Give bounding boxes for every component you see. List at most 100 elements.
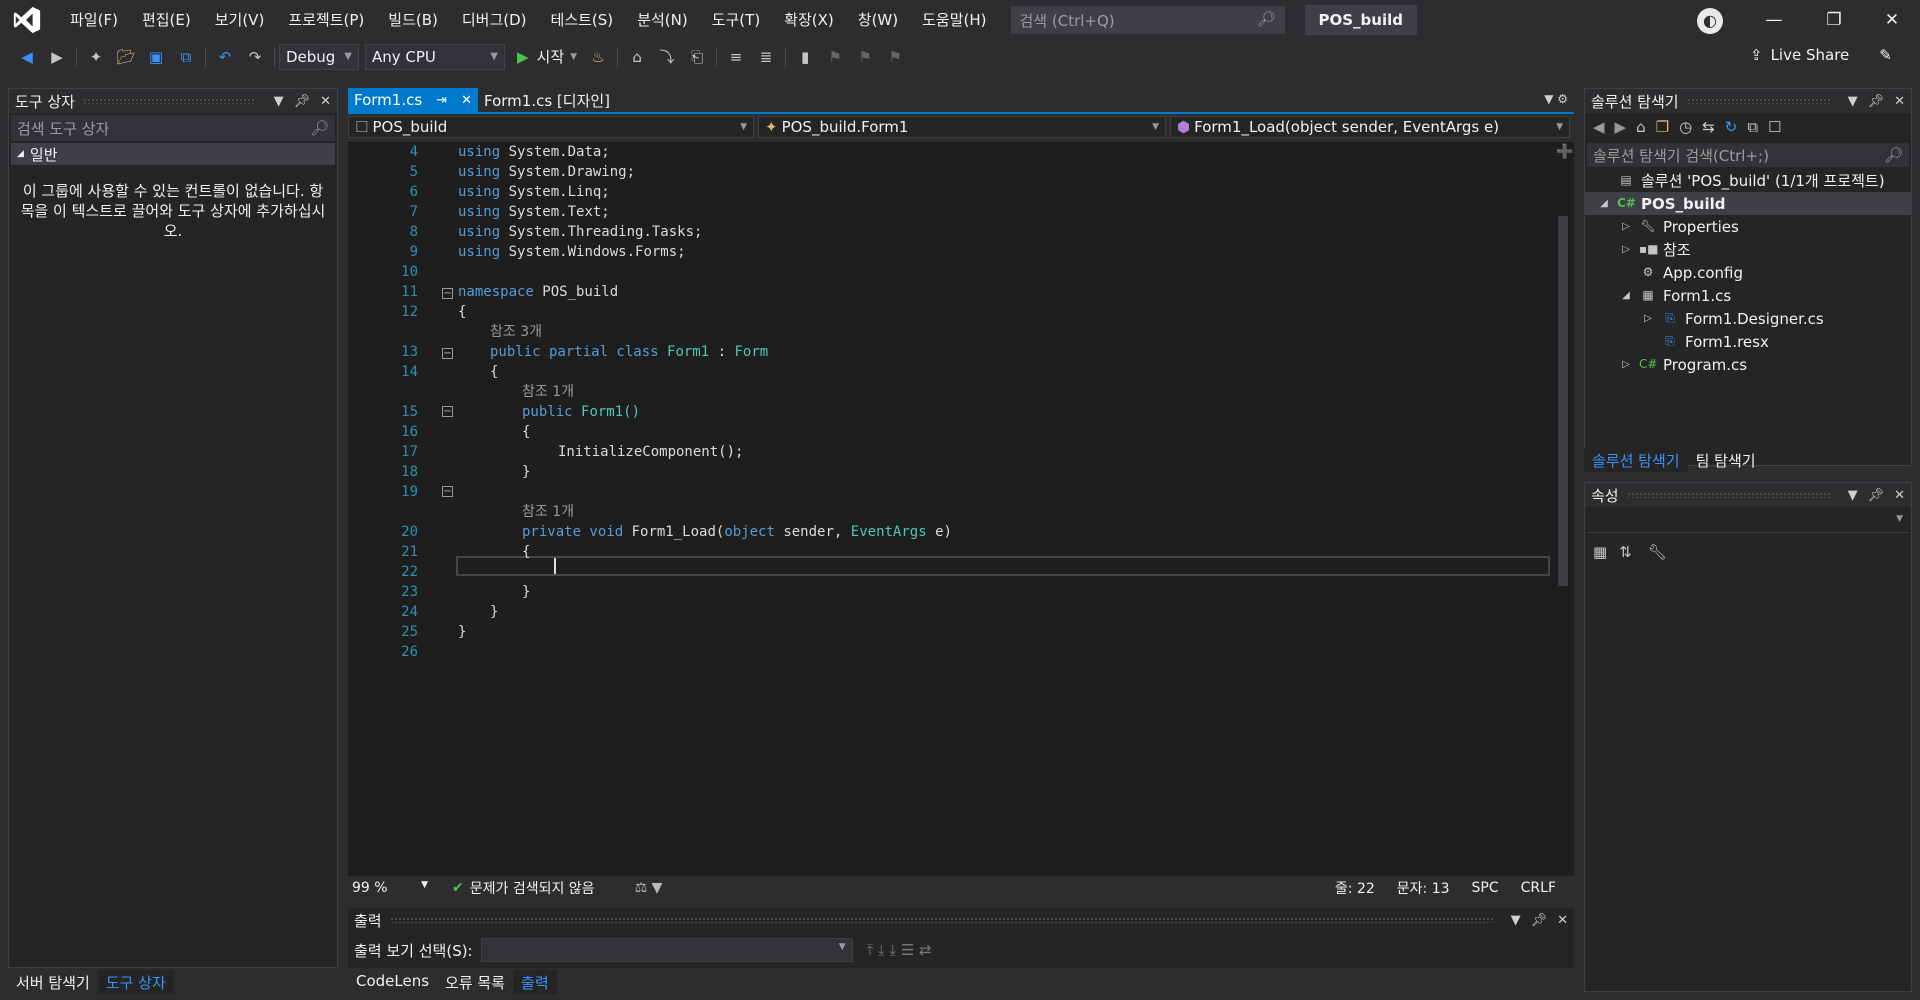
code-editor[interactable]: 4 5 6 7 8 9 10 11 12 13 14 15 16 17 18 19 20 21 22 23 24 25 26… <box>348 142 1574 876</box>
bookmark-icon[interactable]: ▮ <box>794 46 816 68</box>
drag-grip[interactable] <box>389 917 1493 923</box>
codelens-references[interactable]: 참조 1개 <box>522 504 574 520</box>
pin-icon[interactable]: 📌︎ <box>1868 94 1885 109</box>
codelens-references[interactable]: 참조 3개 <box>490 324 542 340</box>
close-icon[interactable]: ✕ <box>320 94 331 109</box>
feedback-icon[interactable]: ✎ <box>1879 46 1892 64</box>
save-icon[interactable]: ▣ <box>145 46 167 68</box>
output-toolbar-icons[interactable]: ⤒ ⤓ ⤓ ☰ ⇄ <box>867 941 932 959</box>
tree-item-solution[interactable]: ▤ 솔루션 'POS_build' (1/1개 프로젝트) <box>1585 169 1911 192</box>
split-icon[interactable]: ➕ <box>1556 144 1573 160</box>
vertical-scrollbar[interactable]: ➕ <box>1552 142 1574 876</box>
menu-extensions[interactable]: 확장(X) <box>772 0 846 40</box>
menu-debug[interactable]: 디버그(D) <box>450 0 539 40</box>
tree-item-references[interactable]: ▷ ▪■ 참조 <box>1585 238 1911 261</box>
fold-toggle-icon[interactable]: − <box>442 288 453 299</box>
issues-status[interactable]: 문제가 검색되지 않음 <box>470 878 595 898</box>
toolbox-search-input[interactable]: 검색 도구 상자 🔎︎ <box>11 115 335 141</box>
tab-solution-explorer[interactable]: 솔루션 탐색기 <box>1584 448 1688 472</box>
drag-grip[interactable] <box>1686 98 1830 104</box>
tree-item-app-config[interactable]: ⚙ App.config <box>1585 261 1911 284</box>
menu-file[interactable]: 파일(F) <box>58 0 130 40</box>
menu-help[interactable]: 도움말(H) <box>910 0 998 40</box>
new-project-icon[interactable]: ✦ <box>85 46 107 68</box>
menu-window[interactable]: 창(W) <box>846 0 910 40</box>
forward-icon[interactable]: ▶ <box>46 46 68 68</box>
collapsed-icon[interactable]: ▷ <box>1619 244 1633 255</box>
step-into-icon[interactable]: ⤵ <box>656 46 678 68</box>
open-file-icon[interactable]: 📂︎ <box>115 46 137 68</box>
alphabetical-icon[interactable]: ⇅ <box>1619 543 1632 561</box>
drag-grip[interactable] <box>82 98 256 104</box>
fold-toggle-icon[interactable]: − <box>442 486 453 497</box>
undo-icon[interactable]: ↶ <box>214 46 236 68</box>
tree-item-project[interactable]: ◢ C# POS_build <box>1585 192 1911 215</box>
tab-codelens[interactable]: CodeLens <box>348 970 437 994</box>
toolbox-group-general[interactable]: ◢ 일반 <box>11 143 335 165</box>
output-source-select[interactable]: ▼ <box>480 938 853 962</box>
close-icon[interactable]: ✕ <box>1894 94 1905 109</box>
menu-build[interactable]: 빌드(B) <box>376 0 450 40</box>
chevron-down-icon[interactable]: ▼ <box>274 94 284 109</box>
project-dropdown[interactable]: ☐ POS_build ▼ <box>348 116 754 138</box>
tree-item-form1-designer[interactable]: ▷ ⎘ Form1.Designer.cs <box>1585 307 1911 330</box>
browser-link-icon[interactable]: ⌂ <box>626 46 648 68</box>
chevron-down-icon[interactable]: ▼ <box>1848 488 1858 503</box>
collapsed-icon[interactable]: ▷ <box>1619 359 1633 370</box>
tree-item-properties[interactable]: ▷ 🔧︎ Properties <box>1585 215 1911 238</box>
back-icon[interactable]: ◀ <box>16 46 38 68</box>
start-debug-button[interactable]: ▶ 시작 ▼ <box>517 46 577 67</box>
refresh-icon[interactable]: ↻ <box>1725 118 1738 136</box>
menu-analyze[interactable]: 분석(N) <box>625 0 700 40</box>
collapsed-icon[interactable]: ▷ <box>1619 221 1633 232</box>
menu-edit[interactable]: 편집(E) <box>130 0 203 40</box>
codelens-references[interactable]: 참조 1개 <box>522 384 574 400</box>
home-icon[interactable]: ⌂ <box>1636 118 1646 136</box>
close-icon[interactable]: ✕ <box>1894 488 1905 503</box>
member-dropdown[interactable]: ⬢ Form1_Load(object sender, EventArgs e)… <box>1170 116 1570 138</box>
search-input[interactable]: 검색 (Ctrl+Q) 🔎︎ <box>1010 6 1285 34</box>
tab-team-explorer[interactable]: 팀 탐색기 <box>1688 448 1764 472</box>
menu-project[interactable]: 프로젝트(P) <box>276 0 376 40</box>
tab-form1-design[interactable]: Form1.cs [디자인] <box>478 88 616 112</box>
forward-icon[interactable]: ▶ <box>1615 118 1627 136</box>
tab-output[interactable]: 출력 <box>513 970 557 994</box>
tab-toolbox[interactable]: 도구 상자 <box>97 970 174 994</box>
next-bookmark-icon[interactable]: ⚑ <box>854 46 876 68</box>
tree-item-form1-resx[interactable]: ⎘ Form1.resx <box>1585 330 1911 353</box>
tab-server-explorer[interactable]: 서버 탐색기 <box>8 970 98 994</box>
object-select[interactable]: ▼ <box>1587 509 1909 533</box>
line-ending-indicator[interactable]: CRLF <box>1521 880 1556 896</box>
prev-bookmark-icon[interactable]: ⚑ <box>824 46 846 68</box>
collapse-all-icon[interactable]: ⧉ <box>1747 118 1758 136</box>
minimize-button[interactable]: — <box>1746 0 1802 40</box>
pin-icon[interactable]: 📌︎ <box>294 94 311 109</box>
platform-select[interactable]: Any CPU ▼ <box>365 43 505 70</box>
menu-test[interactable]: 테스트(S) <box>539 0 626 40</box>
menu-view[interactable]: 보기(V) <box>203 0 277 40</box>
solution-search-input[interactable]: 솔루션 탐색기 검색(Ctrl+;) 🔎︎ <box>1587 143 1909 167</box>
solution-config-select[interactable]: Debug ▼ <box>279 43 359 70</box>
fold-toggle-icon[interactable]: − <box>442 406 453 417</box>
type-dropdown[interactable]: ✦ POS_build.Form1 ▼ <box>758 116 1166 138</box>
tree-item-form1[interactable]: ◢ ▦ Form1.cs <box>1585 284 1911 307</box>
pin-icon[interactable]: 📌︎ <box>1868 488 1885 503</box>
pin-icon[interactable]: 📌︎ <box>1531 913 1548 928</box>
drag-grip[interactable] <box>1626 492 1830 498</box>
tab-error-list[interactable]: 오류 목록 <box>437 970 513 994</box>
chevron-down-icon[interactable]: ▼ <box>1511 913 1521 928</box>
expanded-icon[interactable]: ◢ <box>1619 290 1633 301</box>
step-over-icon[interactable]: ⎗ <box>686 46 708 68</box>
close-window-button[interactable]: ✕ <box>1864 0 1920 40</box>
live-share-button[interactable]: ⇪ Live Share ✎ <box>1750 46 1892 64</box>
scrollbar-thumb[interactable] <box>1558 216 1568 586</box>
zoom-select[interactable]: 99 % ▼ <box>348 880 428 896</box>
uncomment-icon[interactable]: ≣ <box>755 46 777 68</box>
pending-changes-icon[interactable]: ◷ <box>1679 118 1692 136</box>
expanded-icon[interactable]: ◢ <box>1597 198 1611 209</box>
whitespace-indicator[interactable]: SPC <box>1472 880 1499 896</box>
collapsed-icon[interactable]: ▷ <box>1641 313 1655 324</box>
categorized-icon[interactable]: ▦ <box>1593 543 1607 561</box>
restore-button[interactable]: ❐ <box>1806 0 1862 40</box>
show-all-files-icon[interactable]: ☐ <box>1768 118 1781 136</box>
